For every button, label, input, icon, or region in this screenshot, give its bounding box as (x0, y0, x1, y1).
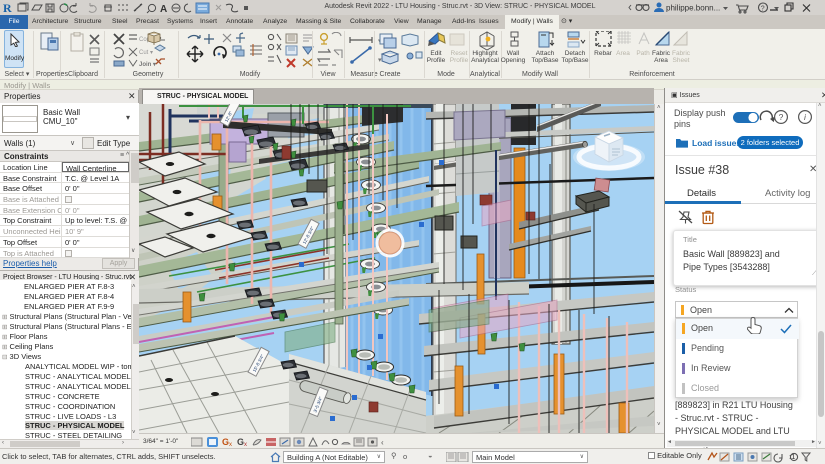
svg-text:R: R (3, 1, 12, 14)
svg-text:Cut ▾: Cut ▾ (139, 50, 153, 56)
svg-text:?: ? (779, 112, 784, 122)
svg-text:philippe.bonn...: philippe.bonn... (666, 4, 720, 13)
svg-text:G: G (222, 437, 229, 447)
svg-text:i: i (804, 112, 807, 122)
svg-text:‹: ‹ (381, 438, 384, 447)
svg-text:Join ▾: Join ▾ (139, 62, 157, 68)
svg-text:G: G (237, 437, 244, 447)
svg-text:?: ? (761, 6, 765, 13)
